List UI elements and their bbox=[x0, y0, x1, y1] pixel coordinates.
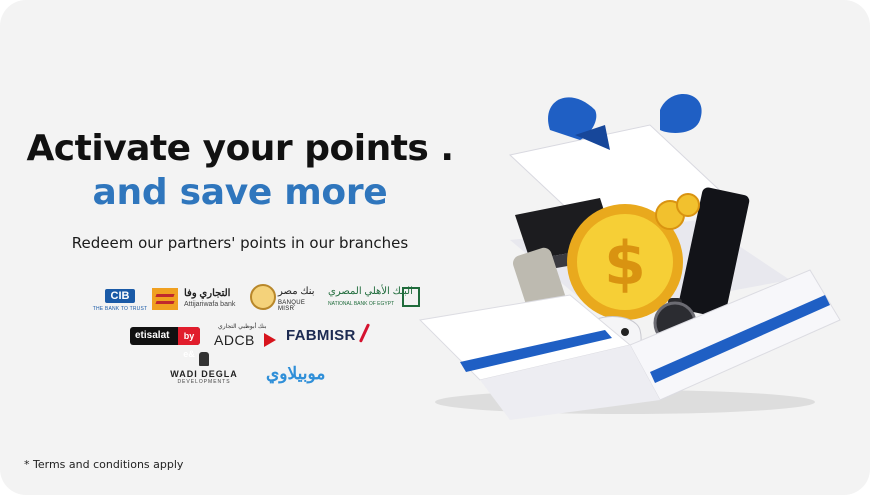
attijariwafa-emblem-icon bbox=[152, 288, 178, 310]
attijariwafa-arabic: التجاري وفا bbox=[184, 288, 231, 299]
adcb-logo: بنك أبوظبي التجاري ADCB bbox=[212, 323, 278, 349]
attijariwafa-name: Attijariwafa bank bbox=[184, 301, 236, 308]
gift-illustration: $ bbox=[418, 93, 841, 420]
svg-text:$: $ bbox=[604, 229, 646, 299]
etisalat-badge: by e& bbox=[178, 327, 200, 359]
nbe-name: NATIONAL BANK OF EGYPT bbox=[328, 301, 395, 307]
adcb-arrow-icon bbox=[264, 333, 276, 347]
attijariwafa-logo: التجاري وفا Attijariwafa bank bbox=[152, 286, 242, 316]
wadi-degla-sub: DEVELOPMENTS bbox=[177, 379, 231, 385]
banque-misr-arabic: بنك مصر bbox=[278, 286, 315, 297]
banque-misr-seal-icon bbox=[250, 284, 276, 310]
fab-misr-logo: FABMISR bbox=[286, 323, 371, 349]
wadi-degla-logo: WADI DEGLA DEVELOPMENTS bbox=[168, 352, 240, 388]
banque-misr-name: BANQUE MISR bbox=[278, 300, 306, 312]
cib-tagline: THE BANK TO TRUST bbox=[92, 306, 148, 312]
wadi-degla-name: WADI DEGLA bbox=[170, 369, 238, 379]
etisalat-name: etisalat bbox=[135, 330, 170, 341]
promo-banner: Activate your points . and save more Red… bbox=[0, 0, 870, 495]
deer-icon bbox=[199, 352, 209, 366]
adcb-name: ADCB bbox=[214, 332, 255, 348]
adcb-arabic: بنك أبوظبي التجاري bbox=[218, 324, 267, 330]
banque-misr-logo: بنك مصر BANQUE MISR bbox=[250, 284, 322, 316]
mobilaty-logo: موبيلاوي bbox=[266, 364, 326, 383]
terms-note: * Terms and conditions apply bbox=[24, 458, 184, 471]
fab-misr-name: FABMISR bbox=[286, 327, 356, 344]
cib-mark: CIB bbox=[104, 289, 136, 303]
etisalat-logo: etisalat by e& bbox=[130, 327, 200, 359]
fab-swoosh-icon bbox=[358, 323, 371, 343]
cib-logo: CIB THE BANK TO TRUST bbox=[92, 286, 148, 316]
